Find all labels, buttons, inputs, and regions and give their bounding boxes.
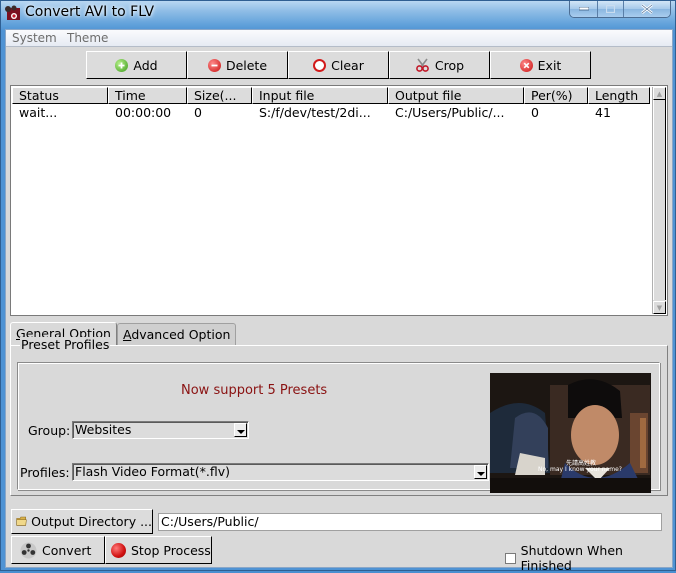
add-label: Add [133, 57, 158, 73]
convert-button[interactable]: Convert [11, 536, 105, 564]
cell-time: 00:00:00 [115, 105, 172, 120]
scroll-track[interactable] [653, 100, 666, 300]
cell-status: wait... [19, 105, 58, 120]
column-header-percent[interactable]: Per(%) [524, 87, 588, 104]
delete-label: Delete [225, 57, 268, 73]
app-logo-icon [5, 5, 20, 20]
column-header-output-file[interactable]: Output file [388, 87, 524, 104]
menu-system[interactable]: System [12, 31, 57, 45]
convert-label: Convert [42, 542, 92, 558]
column-header-length[interactable]: Length [588, 87, 650, 104]
clear-button[interactable]: Clear [288, 51, 389, 79]
preview-frame [490, 373, 651, 493]
close-button[interactable] [623, 1, 670, 17]
menu-theme[interactable]: Theme [67, 31, 108, 45]
column-header-input-file[interactable]: Input file [252, 87, 388, 104]
preset-profiles-title: Preset Profiles [20, 337, 111, 352]
chevron-down-icon[interactable] [234, 423, 247, 437]
maximize-button[interactable] [597, 1, 623, 17]
column-header-time[interactable]: Time [108, 87, 187, 104]
presets-note: Now support 5 Presets [181, 383, 328, 398]
stop-process-button[interactable]: Stop Process [105, 536, 212, 564]
exit-button[interactable]: Exit [490, 51, 591, 79]
cell-length: 41 [595, 105, 611, 120]
file-list[interactable]: Status Time Size(... Input file Output f… [10, 85, 668, 316]
arrow-down-icon: ▼ [656, 303, 663, 312]
group-label: Group: [28, 423, 71, 438]
clear-icon [313, 58, 327, 72]
shutdown-when-finished-checkbox[interactable]: Shutdown When Finished [505, 543, 672, 573]
folder-icon [16, 516, 27, 526]
scissors-icon [416, 58, 429, 72]
scroll-down-button[interactable]: ▼ [653, 301, 666, 314]
add-icon [115, 58, 129, 72]
cell-size: 0 [194, 105, 202, 120]
title-bar[interactable]: Convert AVI to FLV [1, 1, 676, 29]
profiles-label: Profiles: [20, 465, 70, 480]
delete-icon [207, 58, 221, 72]
cell-input-file: S:/f/dev/test/2di... [259, 105, 371, 120]
list-header: Status Time Size(... Input file Output f… [12, 87, 650, 104]
tab-advanced-option[interactable]: Advanced Option [116, 323, 237, 345]
minimize-button[interactable] [570, 1, 597, 17]
app-window: Convert AVI to FLV System Theme Add Dele… [0, 0, 676, 573]
vertical-scrollbar[interactable]: ▲ ▼ [652, 87, 666, 314]
group-select[interactable]: Websites [72, 421, 249, 439]
profiles-select-value: Flash Video Format(*.flv) [75, 464, 231, 479]
window-title: Convert AVI to FLV [25, 4, 155, 20]
delete-button[interactable]: Delete [187, 51, 288, 79]
output-directory-button[interactable]: Output Directory ... [11, 509, 153, 534]
column-header-status[interactable]: Status [12, 87, 108, 104]
preview-subtitle-en: No, may I know your name? [538, 466, 622, 473]
scroll-up-button[interactable]: ▲ [653, 87, 666, 100]
output-directory-value: C:/Users/Public/ [161, 514, 259, 529]
stop-process-label: Stop Process [131, 542, 211, 558]
film-reel-icon [20, 542, 37, 558]
output-directory-label: Output Directory ... [31, 514, 152, 529]
profiles-select[interactable]: Flash Video Format(*.flv) [72, 463, 489, 481]
toolbar: Add Delete Clear Crop Exit [86, 51, 591, 79]
add-button[interactable]: Add [86, 51, 187, 79]
stop-icon [111, 542, 126, 558]
minimize-icon [578, 7, 589, 11]
window-controls [569, 1, 671, 18]
crop-label: Crop [434, 57, 465, 73]
arrow-up-icon: ▲ [656, 89, 663, 98]
maximize-icon [606, 5, 615, 13]
group-select-value: Websites [75, 422, 132, 437]
exit-label: Exit [537, 57, 562, 73]
output-directory-field[interactable]: C:/Users/Public/ [158, 513, 662, 531]
video-preview: 先請高姓教 No, may I know your name? [490, 373, 651, 493]
menu-bar: System Theme [6, 30, 672, 47]
client-area: System Theme Add Delete Clear Crop Exit … [5, 29, 673, 573]
exit-icon [519, 58, 533, 72]
cell-percent: 0 [531, 105, 539, 120]
chevron-down-icon[interactable] [474, 465, 487, 479]
checkbox-icon[interactable] [505, 552, 516, 564]
clear-label: Clear [331, 57, 364, 73]
table-row[interactable]: wait... 00:00:00 0 S:/f/dev/test/2di... … [12, 105, 650, 121]
shutdown-label: Shutdown When Finished [520, 543, 623, 573]
column-header-size[interactable]: Size(... [187, 87, 252, 104]
cell-output-file: C:/Users/Public/... [395, 105, 505, 120]
crop-button[interactable]: Crop [389, 51, 490, 79]
tab-advanced-label: dvanced Option [131, 327, 231, 342]
close-icon [641, 4, 653, 14]
